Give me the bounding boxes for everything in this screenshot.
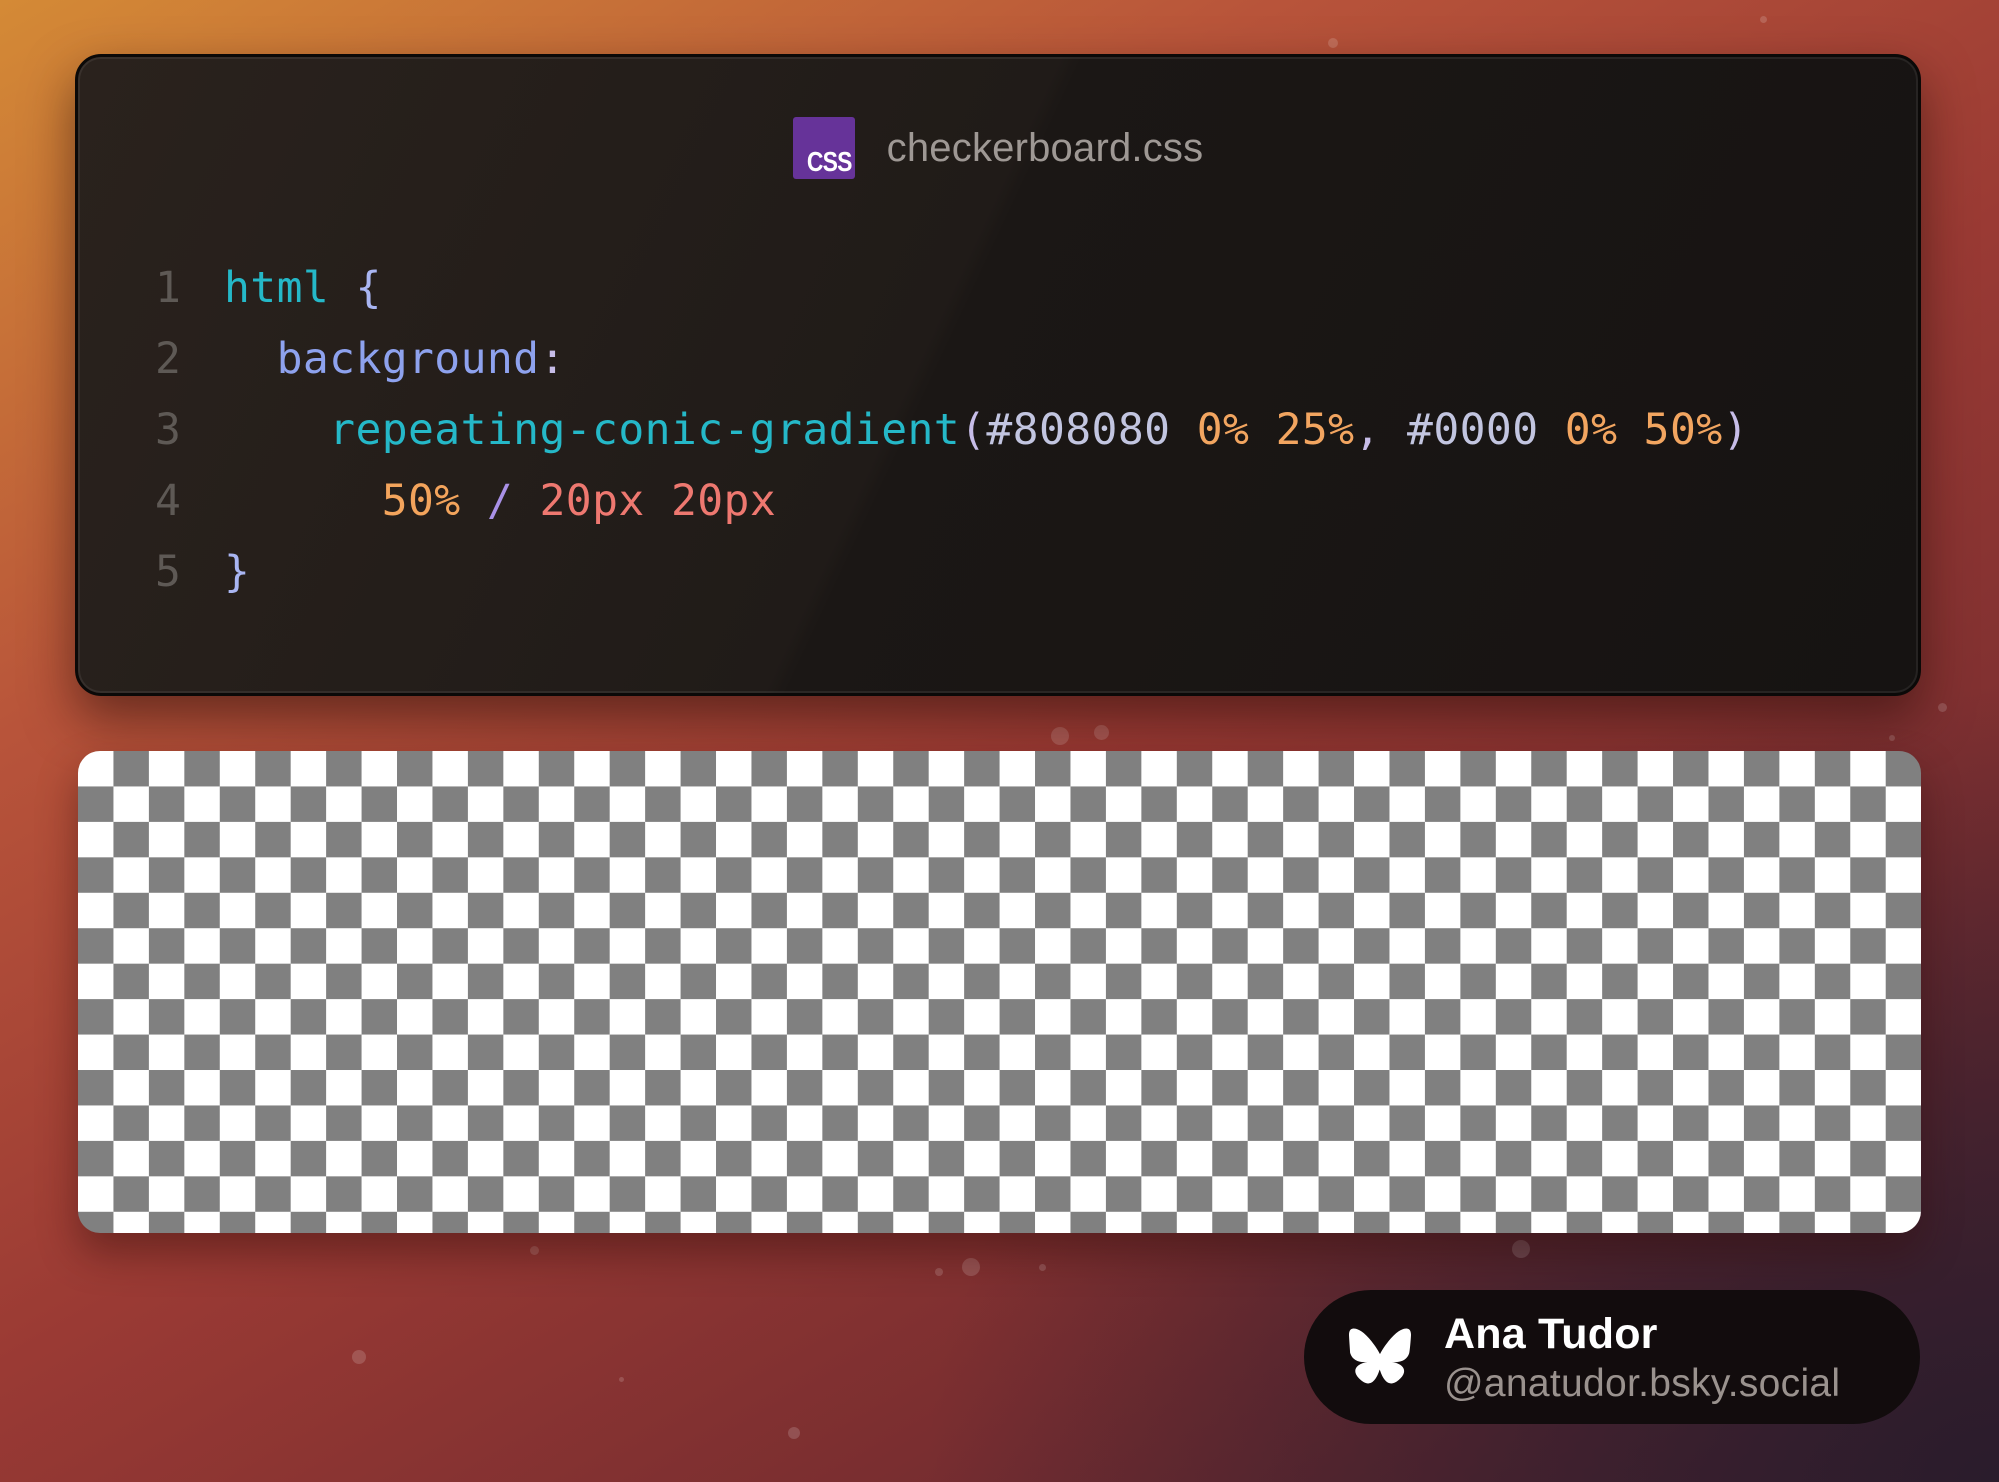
- code-token: 0%: [1196, 405, 1250, 455]
- code-token: background: [276, 334, 540, 384]
- css-badge-label: CSS: [806, 146, 853, 177]
- code-line: 1 html {: [78, 253, 1918, 324]
- code-line: 3 repeating-conic-gradient(#808080 0% 25…: [78, 395, 1918, 466]
- code-window-title-bar: CSS checkerboard.css: [78, 113, 1918, 183]
- code-text: }: [224, 537, 250, 608]
- code-token: #0000: [1407, 405, 1539, 455]
- author-name: Ana Tudor: [1444, 1310, 1658, 1358]
- file-name: checkerboard.css: [886, 125, 1204, 170]
- code-text: background:: [224, 324, 566, 395]
- author-credit-badge[interactable]: Ana Tudor @anatudor.bsky.social: [1304, 1290, 1920, 1424]
- code-block: 1 html {2 background: 3 repeating-conic-gr…: [78, 253, 1918, 608]
- code-text: repeating-conic-gradient(#808080 0% 25%,…: [224, 395, 1749, 466]
- code-window: CSS checkerboard.css 1 html {2 background…: [75, 54, 1921, 696]
- line-number: 2: [155, 334, 181, 384]
- code-line: 5}: [78, 537, 1918, 608]
- code-token: html: [224, 263, 330, 313]
- code-token: {: [355, 263, 382, 313]
- line-number: 1: [155, 263, 181, 313]
- code-token: 0%: [1564, 405, 1618, 455]
- code-token: :: [539, 334, 566, 384]
- author-handle: @anatudor.bsky.social: [1444, 1362, 1841, 1405]
- code-token: ,: [1354, 405, 1381, 455]
- code-line: 2 background:: [78, 324, 1918, 395]
- code-token: 20px: [670, 476, 777, 526]
- code-text: 50% / 20px 20px: [224, 466, 776, 537]
- code-token: (: [960, 405, 987, 455]
- code-line: 4 50% / 20px 20px: [78, 466, 1918, 537]
- code-token: 50%: [1643, 405, 1723, 455]
- line-number: 3: [155, 405, 181, 455]
- code-token: /: [486, 476, 514, 526]
- code-text: html {: [224, 253, 382, 324]
- code-token: 50%: [381, 476, 461, 526]
- code-token: 25%: [1275, 405, 1355, 455]
- css-file-icon: CSS: [792, 117, 855, 179]
- bluesky-butterfly-icon: [1349, 1328, 1411, 1384]
- code-token: 20px: [539, 476, 645, 526]
- code-token: ): [1722, 405, 1749, 455]
- checkerboard-preview: [78, 751, 1921, 1233]
- line-number: 4: [155, 476, 181, 526]
- line-number: 5: [155, 547, 181, 597]
- code-token: repeating-conic-gradient: [329, 405, 961, 455]
- code-token: }: [224, 547, 251, 597]
- code-token: #808080: [986, 405, 1171, 455]
